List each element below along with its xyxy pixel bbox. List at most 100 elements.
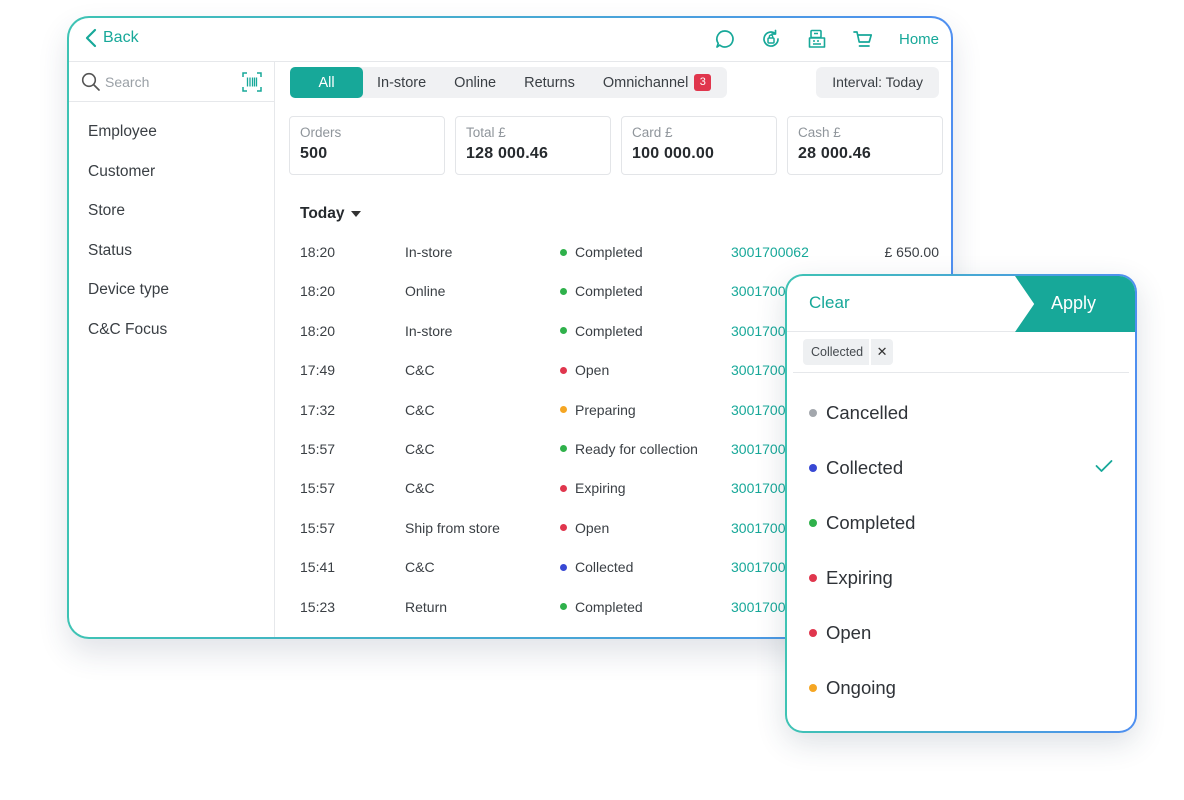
stat-card-card: Card £ 100 000.00 bbox=[621, 116, 777, 175]
sidebar-item-cc-focus[interactable]: C&C Focus bbox=[69, 310, 274, 350]
order-status: Completed bbox=[560, 323, 643, 339]
sidebar-item-status[interactable]: Status bbox=[69, 231, 274, 271]
tab-omnichannel[interactable]: Omnichannel 3 bbox=[589, 67, 725, 98]
order-id-link[interactable]: 3001700 bbox=[731, 520, 786, 536]
back-button[interactable]: Back bbox=[85, 28, 139, 48]
order-channel: C&C bbox=[405, 401, 435, 418]
order-status-label: Open bbox=[575, 362, 610, 379]
clear-button[interactable]: Clear bbox=[809, 293, 850, 313]
order-id-link[interactable]: 3001700 bbox=[731, 480, 786, 496]
stat-label: Cash £ bbox=[798, 125, 841, 140]
order-channel: Return bbox=[405, 598, 448, 615]
status-option-list: Cancelled Collected Completed Expiring Open O… bbox=[787, 386, 1135, 716]
order-status: Completed bbox=[560, 599, 643, 615]
status-dot-icon bbox=[809, 629, 817, 637]
search-icon bbox=[81, 72, 100, 91]
order-amount: £ 650.00 bbox=[884, 244, 940, 260]
tab-returns[interactable]: Returns bbox=[510, 67, 589, 98]
order-time: 15:57 bbox=[300, 440, 336, 457]
stat-value: 100 000.00 bbox=[632, 145, 715, 162]
order-channel: C&C bbox=[405, 480, 435, 497]
order-id-link[interactable]: 3001700 bbox=[731, 599, 786, 615]
selected-chips: Collected ✕ bbox=[803, 339, 894, 365]
order-channel: C&C bbox=[405, 362, 435, 379]
status-dot-icon bbox=[560, 603, 567, 611]
tab-all[interactable]: All bbox=[290, 67, 363, 98]
status-dot-icon bbox=[809, 464, 817, 472]
status-option[interactable]: Collected bbox=[787, 441, 1135, 496]
cart-icon[interactable] bbox=[851, 27, 875, 51]
status-option[interactable]: Ongoing bbox=[787, 661, 1135, 716]
order-status-label: Ready for collection bbox=[575, 440, 698, 457]
interval-selector[interactable]: Interval: Today bbox=[816, 67, 939, 98]
status-option[interactable]: Expiring bbox=[787, 551, 1135, 606]
order-id-link[interactable]: 3001700 bbox=[731, 402, 786, 418]
order-time: 17:49 bbox=[300, 362, 336, 379]
order-time: 15:41 bbox=[300, 559, 336, 576]
order-id-link[interactable]: 3001700 bbox=[731, 559, 786, 575]
tab-instore[interactable]: In-store bbox=[363, 67, 440, 98]
apply-label: Apply bbox=[1051, 293, 1097, 313]
order-id-link[interactable]: 3001700 bbox=[731, 362, 786, 378]
tab-online[interactable]: Online bbox=[440, 67, 510, 98]
stat-label: Card £ bbox=[632, 125, 673, 140]
order-channel: In-store bbox=[405, 244, 453, 260]
filter-chip-label: Collected bbox=[811, 345, 864, 359]
order-time: 15:57 bbox=[300, 480, 336, 497]
status-option-label: Cancelled bbox=[826, 402, 909, 423]
order-channel: Ship from store bbox=[405, 519, 500, 536]
status-option[interactable]: Completed bbox=[787, 496, 1135, 551]
channel-tabs: All In-store Online Returns Omnichannel … bbox=[290, 67, 728, 98]
order-status: Open bbox=[560, 362, 609, 378]
status-option[interactable]: Open bbox=[787, 606, 1135, 661]
sidebar-item-employee[interactable]: Employee bbox=[69, 112, 274, 152]
status-option-label: Expiring bbox=[826, 567, 893, 588]
home-link[interactable]: Home bbox=[899, 31, 939, 48]
divider bbox=[793, 372, 1129, 373]
order-id-link[interactable]: 3001700062 bbox=[731, 244, 809, 260]
order-time: 18:20 bbox=[300, 322, 336, 339]
status-dot-icon bbox=[560, 248, 567, 256]
filter-chip: Collected ✕ bbox=[803, 339, 894, 365]
status-dot-icon bbox=[560, 563, 567, 571]
table-row[interactable]: 18:20 In-store Completed 3001700062 £ 650.00 bbox=[276, 232, 951, 271]
stat-value: 128 000.46 bbox=[466, 145, 549, 162]
sidebar-item-device-type[interactable]: Device type bbox=[69, 270, 274, 310]
status-option[interactable]: Cancelled bbox=[787, 386, 1135, 441]
register-icon[interactable] bbox=[805, 27, 829, 51]
order-status-label: Expiring bbox=[575, 480, 626, 497]
status-dot-icon bbox=[809, 574, 817, 582]
order-id-link[interactable]: 30017000 bbox=[731, 283, 793, 299]
status-dot-icon bbox=[560, 287, 567, 295]
sidebar-item-store[interactable]: Store bbox=[69, 191, 274, 231]
status-dot-icon bbox=[809, 519, 817, 527]
order-status: Open bbox=[560, 520, 609, 536]
order-time: 18:20 bbox=[300, 244, 336, 260]
status-dot-icon bbox=[560, 366, 567, 374]
summary-stats: Orders 500 Total £ 128 000.46 Card £ 100… bbox=[289, 116, 943, 175]
status-dot-icon bbox=[560, 327, 567, 335]
order-status: Preparing bbox=[560, 402, 636, 418]
search-input[interactable] bbox=[105, 71, 235, 93]
sidebar-item-customer[interactable]: Customer bbox=[69, 152, 274, 192]
sidebar-filter-list: Employee Customer Store Status Device ty… bbox=[69, 102, 274, 349]
status-dot-icon bbox=[560, 445, 567, 453]
apply-button[interactable]: Apply bbox=[1015, 276, 1135, 332]
order-time: 17:32 bbox=[300, 401, 336, 418]
order-channel: C&C bbox=[405, 559, 435, 576]
order-status-label: Completed bbox=[575, 283, 643, 300]
stat-label: Orders bbox=[300, 125, 342, 140]
refresh-lock-icon[interactable] bbox=[759, 27, 783, 51]
status-option-label: Ongoing bbox=[826, 677, 896, 698]
stat-value: 500 bbox=[300, 145, 328, 162]
stat-value: 28 000.46 bbox=[798, 145, 871, 162]
chat-icon[interactable] bbox=[713, 27, 737, 51]
order-id-link[interactable]: 3001700 bbox=[731, 441, 786, 457]
stat-label: Total £ bbox=[466, 125, 506, 140]
barcode-scan-icon[interactable] bbox=[242, 72, 262, 92]
back-label: Back bbox=[103, 29, 139, 46]
date-group-toggle[interactable]: Today bbox=[300, 205, 361, 223]
filter-sidebar: Employee Customer Store Status Device ty… bbox=[69, 62, 275, 637]
close-icon[interactable]: ✕ bbox=[869, 339, 893, 365]
order-id-link[interactable]: 3001700 bbox=[731, 323, 786, 339]
